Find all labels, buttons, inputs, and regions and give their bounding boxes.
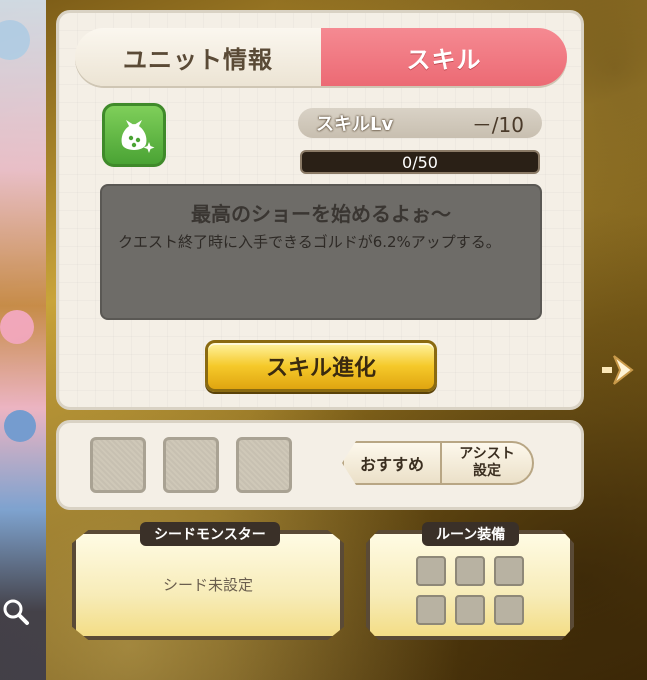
skill-exp-text: 0/50 [402,152,438,172]
seed-monster-title: シードモンスター [140,522,280,546]
next-arrow-icon[interactable] [598,350,638,390]
seed-status: シード未設定 [162,576,253,594]
skill-level-value: －/10 [471,112,524,137]
balloon-decoration [0,20,30,60]
assist-label-line1: アシスト [459,446,515,462]
skill-description-box: 最高のショーを始めるよぉ～ クエスト終了時に入手できるゴルドが6.2%アップする… [100,184,542,320]
rune-slot[interactable] [494,556,524,586]
skill-description: クエスト終了時に入手できるゴルドが6.2%アップする。 [118,233,501,251]
rune-slot[interactable] [455,556,485,586]
assist-slot[interactable] [163,437,219,493]
tab-skill[interactable]: スキル [321,28,567,86]
skill-evolve-button[interactable]: スキル進化 [205,340,437,392]
magnify-icon[interactable] [2,598,30,626]
tab-unit-info[interactable]: ユニット情報 [75,28,321,86]
balloon-decoration [0,310,34,344]
balloon-decoration [4,410,36,442]
rune-slot[interactable] [494,595,524,625]
skill-level-bar: スキルLv －/10 [298,108,542,138]
skill-level-label: スキルLv [316,114,394,135]
rune-equipment-title: ルーン装備 [422,522,520,546]
assist-slot[interactable] [236,437,292,493]
assist-settings-button[interactable]: アシスト 設定 [440,441,534,485]
rune-slot[interactable] [416,556,446,586]
assist-slot[interactable] [90,437,146,493]
skill-exp-bar: 0/50 [300,150,540,174]
character-art-strip [0,0,46,680]
rune-slot[interactable] [416,595,446,625]
rune-slot[interactable] [455,595,485,625]
recommend-button[interactable]: おすすめ [342,441,442,485]
tab-bar: ユニット情報 スキル [75,28,567,86]
assist-label-line2: 設定 [473,463,501,479]
skill-title: 最高のショーを始めるよぉ～ [191,202,451,226]
money-bag-sparkle-icon[interactable] [102,103,166,167]
